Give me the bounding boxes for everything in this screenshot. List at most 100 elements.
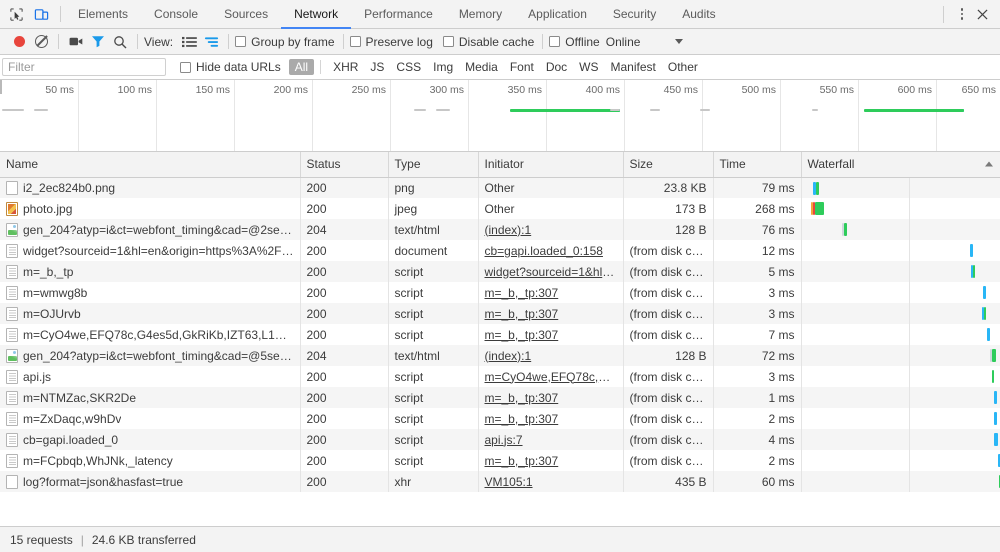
table-row[interactable]: i2_2ec824b0.png 200 png Other 23.8 KB 79 ms — [0, 177, 1000, 198]
initiator-link[interactable]: m=_b,_tp:307 — [485, 412, 559, 426]
network-overview-timeline[interactable]: 50 ms 100 ms 150 ms 200 ms 250 ms 300 ms 350 m… — [0, 80, 1000, 152]
offline-checkbox[interactable]: Offline — [549, 35, 600, 49]
table-row[interactable]: gen_204?atyp=i&ct=webfont_timing&cad=@5s… — [0, 345, 1000, 366]
disable-cache-box[interactable] — [442, 36, 454, 47]
capture-screenshots-icon[interactable] — [65, 31, 87, 53]
initiator-link[interactable]: api.js:7 — [485, 433, 523, 447]
column-header-initiator[interactable]: Initiator — [478, 152, 624, 178]
cell-initiator[interactable]: api.js:7 — [478, 429, 624, 450]
table-row[interactable]: gen_204?atyp=i&ct=webfont_timing&cad=@2s… — [0, 219, 1000, 240]
cell-name[interactable]: gen_204?atyp=i&ct=webfont_timing&cad=@5s… — [0, 345, 301, 366]
table-row[interactable]: m=wmwg8b 200 script m=_b,_tp:307 (from disk … — [0, 282, 1000, 303]
cell-initiator[interactable]: widget?sourceid=1&hl=e... — [478, 261, 624, 282]
cell-name[interactable]: m=ZxDaqc,w9hDv — [0, 408, 301, 429]
column-header-type[interactable]: Type — [388, 152, 479, 178]
table-row[interactable]: cb=gapi.loaded_0 200 script api.js:7 (from d… — [0, 429, 1000, 450]
initiator-link[interactable]: widget?sourceid=1&hl=e... — [485, 265, 623, 279]
initiator-link[interactable]: m=_b,_tp:307 — [485, 286, 559, 300]
filter-type-css[interactable]: CSS — [390, 59, 427, 75]
cell-initiator[interactable]: (index):1 — [478, 345, 624, 366]
group-by-frame-checkbox[interactable]: Group by frame — [235, 35, 335, 49]
cell-name[interactable]: m=FCpbqb,WhJNk,_latency — [0, 450, 301, 471]
column-header-name[interactable]: Name — [0, 152, 301, 178]
clear-icon[interactable] — [30, 31, 52, 53]
table-row[interactable]: m=FCpbqb,WhJNk,_latency 200 script m=_b,_tp… — [0, 450, 1000, 471]
filter-type-ws[interactable]: WS — [573, 59, 604, 75]
cell-name[interactable]: m=wmwg8b — [0, 282, 301, 303]
filter-type-media[interactable]: Media — [459, 59, 504, 75]
filter-type-js[interactable]: JS — [364, 59, 390, 75]
search-icon[interactable] — [109, 31, 131, 53]
tab-sources[interactable]: Sources — [211, 0, 281, 29]
cell-name[interactable]: widget?sourceid=1&hl=en&origin=https%3A%… — [0, 240, 301, 261]
cell-initiator[interactable]: VM105:1 — [478, 471, 624, 492]
cell-initiator[interactable]: m=CyO4we,EFQ78c,G4... — [478, 366, 624, 387]
tab-network[interactable]: Network — [281, 0, 352, 29]
cell-name[interactable]: gen_204?atyp=i&ct=webfont_timing&cad=@2s… — [0, 219, 301, 240]
cell-initiator[interactable]: m=_b,_tp:307 — [478, 408, 624, 429]
hide-data-urls-box[interactable] — [180, 61, 191, 73]
column-header-time[interactable]: Time — [713, 152, 802, 178]
table-row[interactable]: m=CyO4we,EFQ78c,G4es5d,GkRiKb,IZT63,L1AA… — [0, 324, 1000, 345]
column-header-waterfall[interactable]: Waterfall — [801, 152, 1000, 178]
overview-left-handle[interactable] — [0, 80, 2, 94]
table-row[interactable]: m=NTMZac,SKR2De 200 script m=_b,_tp:307 (fro… — [0, 387, 1000, 408]
initiator-link[interactable]: (index):1 — [485, 223, 532, 237]
filter-type-font[interactable]: Font — [504, 59, 540, 75]
cell-name[interactable]: api.js — [0, 366, 301, 387]
table-row[interactable]: log?format=json&hasfast=true 200 xhr VM105:… — [0, 471, 1000, 492]
cell-name[interactable]: photo.jpg — [0, 198, 301, 219]
cell-name[interactable]: cb=gapi.loaded_0 — [0, 429, 301, 450]
requests-table-container[interactable]: Name Status Type Initiator Size Time Wat… — [0, 152, 1000, 526]
more-options-icon[interactable] — [953, 5, 971, 23]
list-view-icon[interactable] — [178, 31, 200, 53]
initiator-link[interactable]: cb=gapi.loaded_0:158 — [485, 244, 603, 258]
waterfall-view-icon[interactable] — [200, 31, 222, 53]
table-row[interactable]: photo.jpg 200 jpeg Other 173 B 268 ms — [0, 198, 1000, 219]
chevron-down-icon[interactable] — [675, 39, 684, 44]
tab-performance[interactable]: Performance — [351, 0, 446, 29]
hide-data-urls-checkbox[interactable]: Hide data URLs — [180, 60, 281, 74]
table-row[interactable]: m=OJUrvb 200 script m=_b,_tp:307 (from disk … — [0, 303, 1000, 324]
filter-type-doc[interactable]: Doc — [540, 59, 573, 75]
cell-initiator[interactable]: m=_b,_tp:307 — [478, 387, 624, 408]
filter-type-manifest[interactable]: Manifest — [605, 59, 662, 75]
initiator-link[interactable]: (index):1 — [485, 349, 532, 363]
cell-name[interactable]: i2_2ec824b0.png — [0, 177, 301, 198]
disable-cache-checkbox[interactable]: Disable cache — [442, 35, 534, 49]
initiator-link[interactable]: m=_b,_tp:307 — [485, 328, 559, 342]
tab-elements[interactable]: Elements — [65, 0, 141, 29]
offline-box[interactable] — [549, 36, 561, 47]
tab-console[interactable]: Console — [141, 0, 211, 29]
filter-input[interactable] — [2, 58, 166, 76]
close-icon[interactable] — [973, 5, 991, 23]
preserve-log-checkbox[interactable]: Preserve log — [349, 35, 433, 49]
cell-initiator[interactable]: m=_b,_tp:307 — [478, 282, 624, 303]
tab-memory[interactable]: Memory — [446, 0, 515, 29]
device-toolbar-icon[interactable] — [33, 6, 50, 23]
preserve-log-box[interactable] — [349, 36, 361, 47]
table-row[interactable]: m=_b,_tp 200 script widget?sourceid=1&hl=e.… — [0, 261, 1000, 282]
initiator-link[interactable]: m=_b,_tp:307 — [485, 307, 559, 321]
table-row[interactable]: m=ZxDaqc,w9hDv 200 script m=_b,_tp:307 (from… — [0, 408, 1000, 429]
cell-name[interactable]: m=NTMZac,SKR2De — [0, 387, 301, 408]
cell-initiator[interactable]: m=_b,_tp:307 — [478, 450, 624, 471]
filter-type-img[interactable]: Img — [427, 59, 459, 75]
initiator-link[interactable]: m=_b,_tp:307 — [485, 454, 559, 468]
filter-type-other[interactable]: Other — [662, 59, 704, 75]
cell-name[interactable]: m=_b,_tp — [0, 261, 301, 282]
initiator-link[interactable]: m=CyO4we,EFQ78c,G4... — [485, 370, 623, 384]
cell-initiator[interactable]: (index):1 — [478, 219, 624, 240]
throttling-value[interactable]: Online — [606, 35, 641, 49]
table-row[interactable]: widget?sourceid=1&hl=en&origin=https%3A%… — [0, 240, 1000, 261]
cell-initiator[interactable]: m=_b,_tp:307 — [478, 303, 624, 324]
tab-audits[interactable]: Audits — [669, 0, 728, 29]
tab-application[interactable]: Application — [515, 0, 600, 29]
cell-name[interactable]: log?format=json&hasfast=true — [0, 471, 301, 492]
cell-initiator[interactable]: m=_b,_tp:307 — [478, 324, 624, 345]
initiator-link[interactable]: m=_b,_tp:307 — [485, 391, 559, 405]
filter-type-all[interactable]: All — [288, 59, 315, 75]
table-row[interactable]: api.js 200 script m=CyO4we,EFQ78c,G4... (fro… — [0, 366, 1000, 387]
record-icon[interactable] — [8, 31, 30, 53]
column-header-size[interactable]: Size — [623, 152, 714, 178]
